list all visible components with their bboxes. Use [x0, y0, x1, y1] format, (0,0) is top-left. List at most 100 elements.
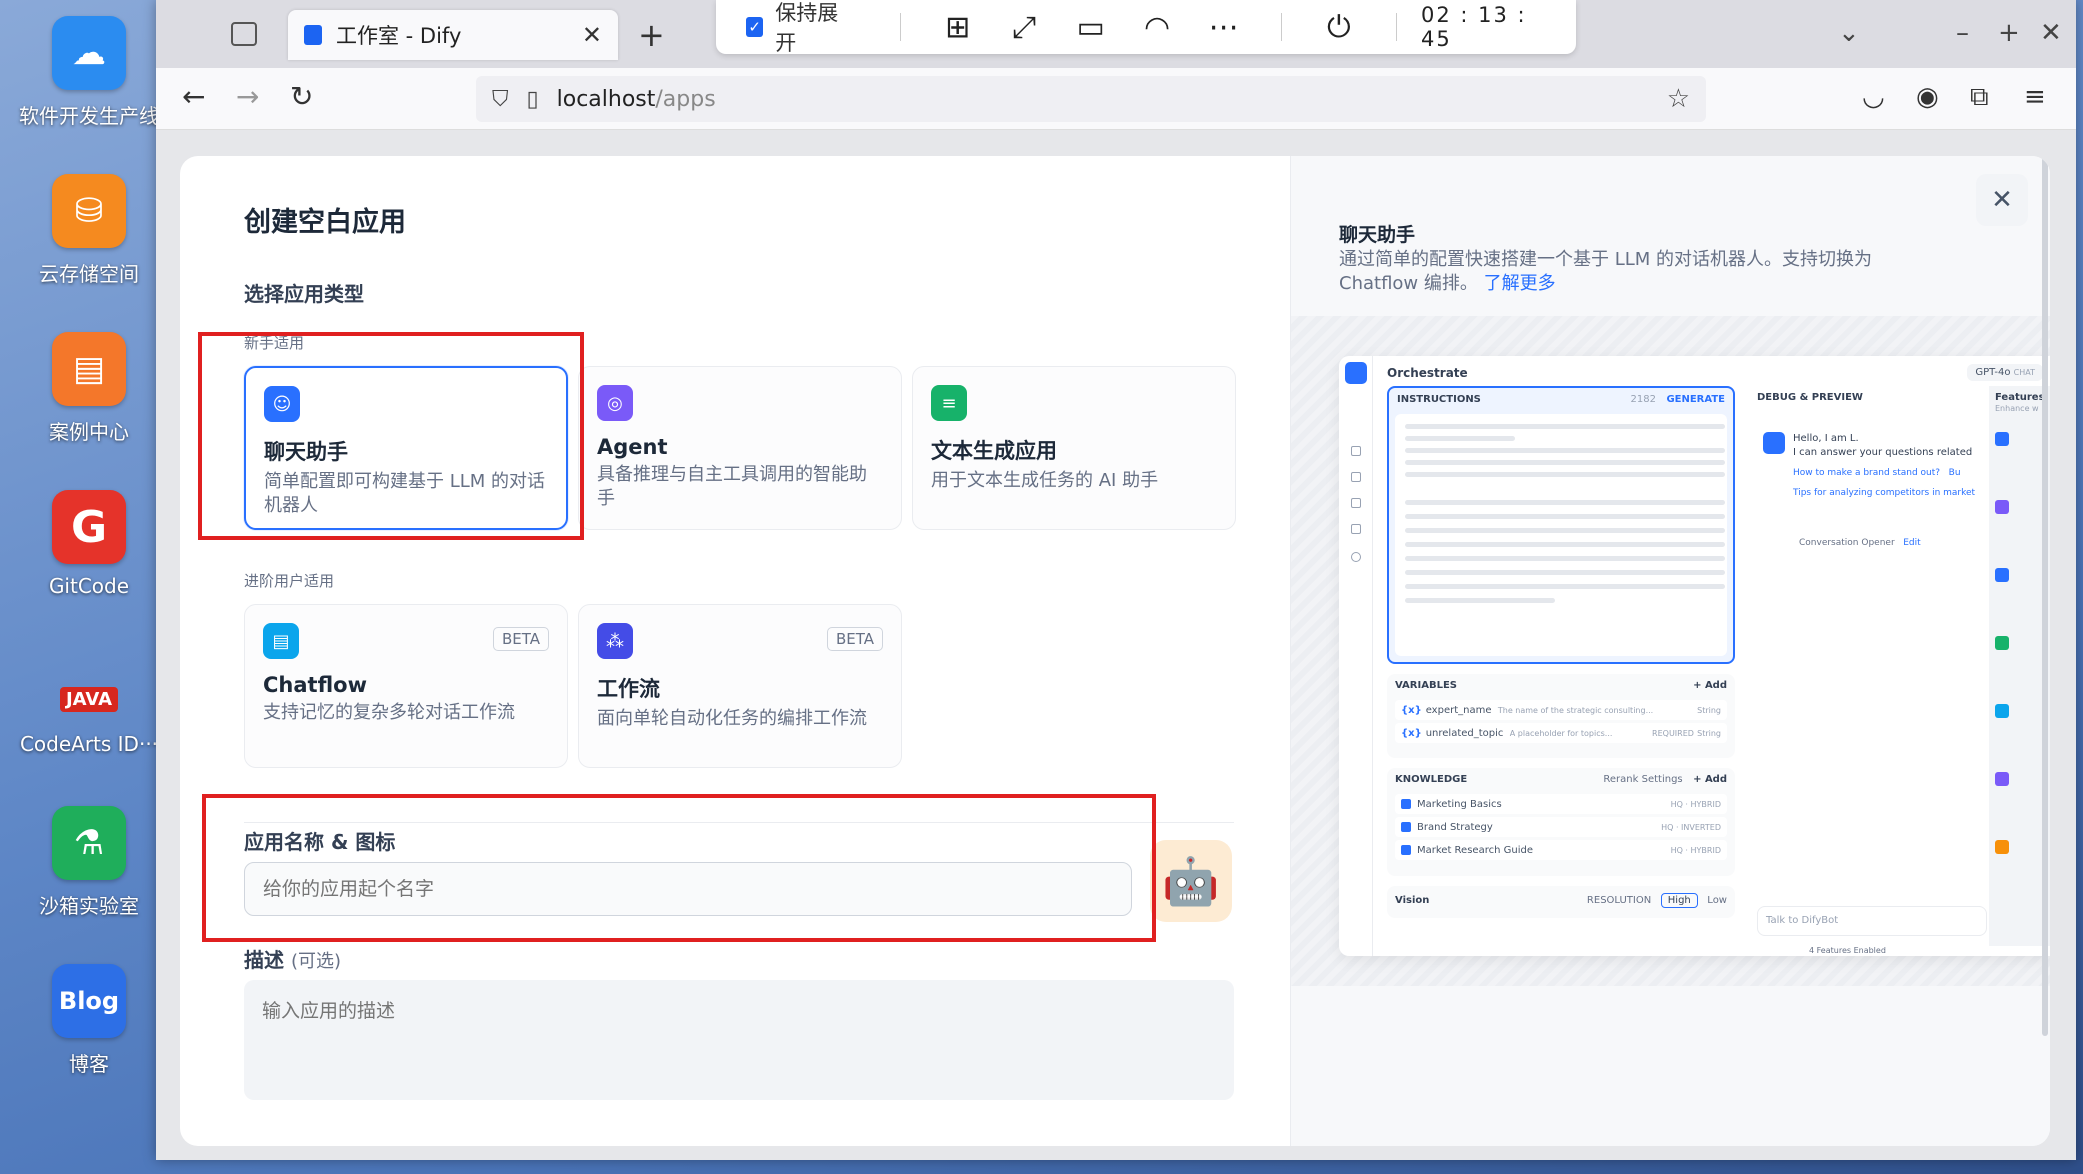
storage-icon: ⛁ [52, 174, 126, 248]
close-window-button[interactable]: ✕ [2040, 18, 2062, 48]
create-app-modal: 创建空白应用 选择应用类型 新手适用 ☺ 聊天助手 简单配置即可构建基于 LLM… [180, 156, 2050, 1146]
text-generation-icon: ≡ [931, 385, 967, 421]
url-text: localhost/apps [557, 87, 716, 112]
wifi-icon[interactable]: ◠ [1140, 10, 1174, 45]
section-divider [244, 822, 1234, 823]
bookmark-star-icon[interactable]: ☆ [1667, 84, 1690, 114]
app-type-text-generation[interactable]: ≡ 文本生成应用 用于文本生成任务的 AI 助手 [912, 366, 1236, 530]
preview-resolution: RESOLUTION [1586, 895, 1652, 906]
monitor-icon[interactable]: ▭ [1073, 10, 1107, 45]
optional-hint: (可选) [290, 951, 342, 972]
back-arrow-icon[interactable]: ← [182, 80, 205, 113]
description-input[interactable] [244, 980, 1234, 1100]
preview-debug-label: DEBUG & PREVIEW [1757, 392, 1863, 403]
learn-more-link[interactable]: 了解更多 [1484, 273, 1556, 294]
app-name-input[interactable] [244, 862, 1132, 916]
fullscreen-icon[interactable]: ⤢ [1007, 10, 1041, 45]
preview-desc-text: 通过简单的配置快速搭建一个基于 LLM 的对话机器人。支持切换为 Chatflo… [1339, 249, 1873, 294]
card-desc: 简单配置即可构建基于 LLM 的对话机器人 [264, 471, 546, 516]
preview-rerank: Rerank Settings [1603, 774, 1683, 785]
preview-var-name: expert_name [1425, 704, 1492, 716]
preview-model: GPT-4o [1975, 367, 2011, 378]
dify-favicon-icon [304, 25, 322, 45]
menu-icon[interactable]: ≡ [2024, 82, 2046, 112]
preview-nav-icon [1351, 552, 1361, 562]
preview-nav-icon [1351, 446, 1361, 456]
desktop-icon-blog[interactable]: Blog 博客 [14, 964, 164, 1077]
pocket-icon[interactable]: ◡ [1862, 82, 1885, 112]
desktop-icon-devops[interactable]: ☁ 软件开发生产线 [14, 16, 164, 129]
preview-model-badge: GPT-4o CHAT [1967, 364, 2043, 381]
toolbar-divider [1396, 13, 1398, 41]
shield-icon[interactable]: ⛉ [492, 87, 509, 112]
app-icon-picker[interactable]: 🤖 [1150, 840, 1232, 922]
desktop-icon-label: 沙箱实验室 [39, 894, 139, 918]
reload-icon[interactable]: ↻ [290, 80, 313, 113]
preview-kb-name: Marketing Basics [1417, 798, 1502, 810]
preview-variables: VARIABLES + Add {x} expert_name The name o… [1387, 674, 1735, 758]
preview-suggestion: Tips for analyzing competitors in market [1793, 488, 1976, 498]
preview-instructions-label: INSTRUCTIONS [1397, 394, 1481, 405]
extensions-icon[interactable]: ⧉ [1970, 82, 1989, 113]
tab-overview-icon[interactable] [231, 22, 257, 46]
power-icon[interactable]: ⏻ [1322, 10, 1356, 45]
preview-header: Orchestrate [1387, 366, 1468, 380]
section-title: 选择应用类型 [244, 282, 364, 306]
preview-kb-tag: HQ · HYBRID [1670, 845, 1721, 855]
app-type-agent[interactable]: ◎ Agent 具备推理与自主工具调用的智能助手 [578, 366, 902, 530]
preview-hello2: I can answer your questions related [1793, 447, 1973, 458]
close-modal-button[interactable]: ✕ [1976, 174, 2028, 226]
desktop-icon-sandbox[interactable]: ⚗ 沙箱实验室 [14, 806, 164, 919]
page-content: 创建空白应用 选择应用类型 新手适用 ☺ 聊天助手 简单配置即可构建基于 LLM… [156, 130, 2076, 1160]
card-name: 聊天助手 [264, 440, 348, 464]
browser-tab[interactable]: 工作室 - Dify ✕ [288, 10, 618, 60]
preview-generate: GENERATE [1666, 394, 1725, 405]
desktop-icon-gitcode[interactable]: G GitCode [14, 490, 164, 598]
new-tab-button[interactable]: + [638, 16, 665, 54]
preview-edit: Edit [1903, 538, 1921, 548]
preview-image-area: Orchestrate GPT-4o CHAT INSTRUCTIONS 2182… [1291, 316, 2050, 986]
preview-features-enabled: 4 Features Enabled [1809, 946, 1886, 955]
app-type-chatflow[interactable]: ▤ BETA Chatflow 支持记忆的复杂多轮对话工作流 [244, 604, 568, 768]
preview-add: + Add [1693, 680, 1727, 691]
advanced-group-label: 进阶用户适用 [244, 572, 335, 590]
app-type-workflow[interactable]: ⁂ BETA 工作流 面向单轮自动化任务的编排工作流 [578, 604, 902, 768]
preview-nav-icon [1351, 472, 1361, 482]
desktop-icon-label: 案例中心 [49, 420, 129, 444]
preview-features: Features Enhance w [1989, 386, 2050, 946]
remote-toolbar: ✓ 保持展开 ⊞ ⤢ ▭ ◠ ⋯ ⏻ 02 : 13 : 45 [716, 0, 1576, 55]
preview-suggestion: How to make a brand stand out? [1793, 468, 1941, 478]
app-type-chat-assistant[interactable]: ☺ 聊天助手 简单配置即可构建基于 LLM 的对话机器人 [244, 366, 568, 530]
java-icon: JAVA [52, 648, 126, 722]
tab-list-chevron-icon[interactable]: ⌄ [1838, 18, 1860, 48]
preview-sidebar [1339, 356, 1373, 956]
add-window-icon[interactable]: ⊞ [940, 10, 974, 45]
more-icon[interactable]: ⋯ [1206, 10, 1240, 45]
preview-add: + Add [1693, 774, 1727, 785]
preview-kb-tag: HQ · INVERTED [1661, 822, 1721, 832]
robot-emoji-icon: 🤖 [1162, 853, 1220, 908]
preview-high: High [1660, 893, 1698, 908]
card-name: Chatflow [263, 673, 367, 697]
page-icon: ▯ [526, 86, 539, 112]
account-icon[interactable]: ◉ [1916, 82, 1939, 112]
preview-description: 通过简单的配置快速搭建一个基于 LLM 的对话机器人。支持切换为 Chatflo… [1339, 248, 1899, 296]
card-name: 文本生成应用 [931, 439, 1057, 463]
preview-instructions: INSTRUCTIONS 2182 GENERATE [1387, 386, 1735, 664]
beta-badge: BETA [826, 627, 883, 651]
desktop-icon-codearts[interactable]: JAVA CodeArts ID··· [14, 648, 164, 756]
close-tab-icon[interactable]: ✕ [582, 21, 602, 49]
preview-kb-tag: HQ · HYBRID [1670, 799, 1721, 809]
desktop-icon-storage[interactable]: ⛁ 云存储空间 [14, 174, 164, 287]
preview-var-desc: The name of the strategic consulting... [1497, 705, 1654, 715]
description-label-text: 描述 [244, 948, 284, 972]
app-preview-screenshot: Orchestrate GPT-4o CHAT INSTRUCTIONS 2182… [1339, 356, 2050, 956]
forward-arrow-icon[interactable]: → [236, 80, 259, 113]
preview-scrollbar[interactable] [2042, 156, 2048, 1036]
url-bar[interactable]: ⛉ ▯ localhost/apps ☆ [476, 76, 1706, 122]
preview-panel: ✕ 聊天助手 通过简单的配置快速搭建一个基于 LLM 的对话机器人。支持切换为 … [1290, 156, 2050, 1146]
keep-expanded-checkbox[interactable]: ✓ [746, 17, 764, 37]
maximize-button[interactable]: + [1998, 18, 2020, 48]
desktop-icon-cases[interactable]: ▤ 案例中心 [14, 332, 164, 445]
minimize-button[interactable]: – [1956, 18, 1969, 48]
